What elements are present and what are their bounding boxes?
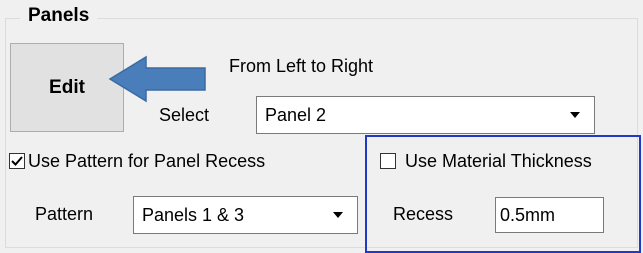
checkmark-icon xyxy=(11,156,23,166)
edit-button[interactable]: Edit xyxy=(10,43,124,132)
dropdown-arrow-icon xyxy=(333,212,343,218)
use-material-thickness-checkbox[interactable] xyxy=(380,153,396,169)
dropdown-arrow-icon xyxy=(570,112,580,118)
left-arrow-icon xyxy=(108,55,206,103)
panels-group-title: Panels xyxy=(20,4,98,28)
panel-select-value: Panel 2 xyxy=(265,105,327,125)
use-pattern-checkbox[interactable] xyxy=(9,153,25,169)
recess-input[interactable]: 0.5mm xyxy=(495,197,604,233)
panel-select-dropdown[interactable]: Panel 2 xyxy=(256,96,595,134)
use-material-thickness-label[interactable]: Use Material Thickness xyxy=(405,150,592,172)
recess-label: Recess xyxy=(393,204,454,224)
direction-label: From Left to Right xyxy=(229,56,374,76)
use-pattern-label[interactable]: Use Pattern for Panel Recess xyxy=(28,150,265,172)
edit-button-label: Edit xyxy=(49,76,85,98)
pattern-dropdown[interactable]: Panels 1 & 3 xyxy=(133,196,358,234)
recess-value: 0.5mm xyxy=(500,205,556,225)
pattern-value: Panels 1 & 3 xyxy=(142,205,245,225)
pattern-label: Pattern xyxy=(35,204,94,224)
select-label: Select xyxy=(159,105,210,125)
